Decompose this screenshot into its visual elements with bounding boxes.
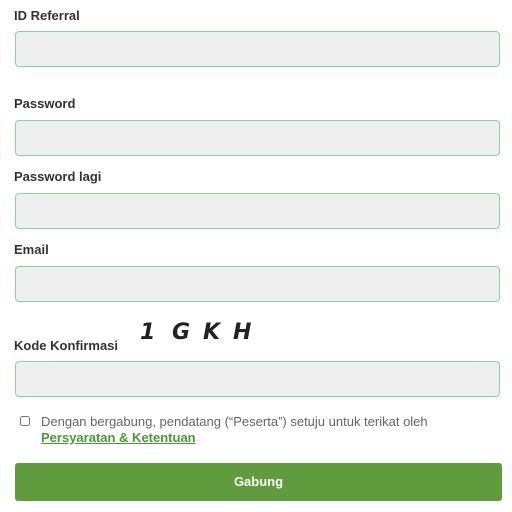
captcha-image: 1 G K H (140, 318, 260, 350)
captcha-label: Kode Konfirmasi (14, 338, 119, 353)
captcha-char: K (203, 320, 221, 345)
captcha-input[interactable] (15, 361, 500, 397)
password-again-label: Password lagi (14, 169, 102, 184)
terms-text: Dengan bergabung, pendatang (“Peserta”) … (41, 414, 501, 446)
password-input[interactable] (15, 120, 500, 156)
join-button[interactable]: Gabung (15, 463, 502, 501)
referral-label: ID Referral (14, 8, 80, 23)
terms-link[interactable]: Persyaratan & Ketentuan (41, 430, 196, 445)
email-input[interactable] (15, 266, 500, 302)
terms-statement: Dengan bergabung, pendatang (“Peserta”) … (41, 414, 428, 429)
captcha-char: 1 (140, 320, 156, 345)
referral-input[interactable] (15, 31, 500, 67)
registration-form: ID Referral Password Password lagi Email… (0, 0, 512, 512)
password-label: Password (14, 96, 76, 111)
email-label: Email (14, 242, 49, 257)
password-again-input[interactable] (15, 193, 500, 229)
captcha-char: H (233, 320, 252, 345)
terms-checkbox[interactable] (20, 416, 30, 426)
captcha-char: G (172, 320, 191, 345)
